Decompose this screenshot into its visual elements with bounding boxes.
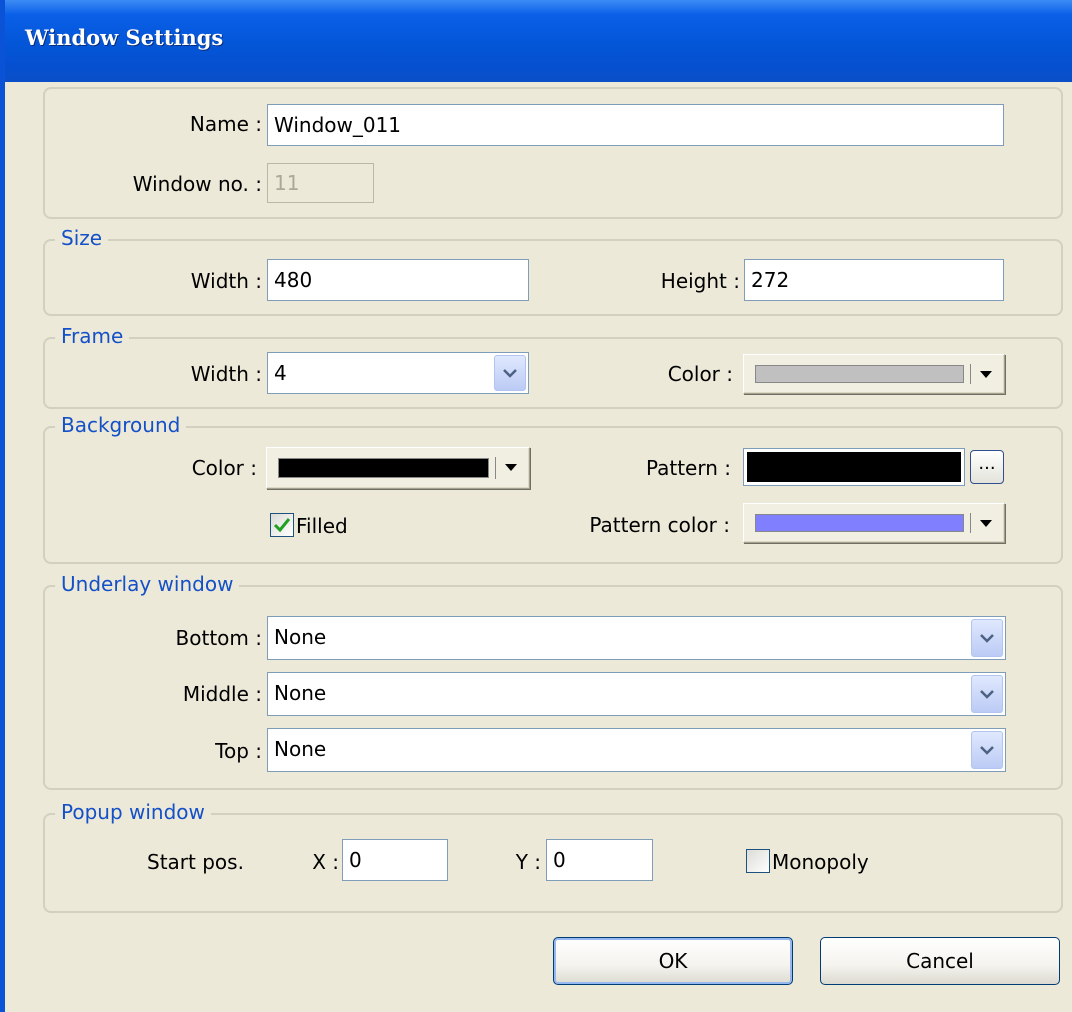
pattern-browse-button[interactable]: ... — [970, 450, 1004, 484]
underlay-bottom-value: None — [274, 625, 327, 649]
divider — [970, 513, 971, 533]
window-no-label: Window no. : — [132, 172, 262, 196]
divider — [970, 364, 971, 384]
triangle-down-icon — [980, 371, 992, 378]
name-label: Name : — [189, 112, 262, 136]
underlay-top-label: Top : — [215, 739, 262, 763]
filled-label[interactable]: Filled — [296, 514, 348, 538]
name-input[interactable]: Window_011 — [267, 104, 1004, 146]
background-legend: Background — [55, 413, 187, 437]
chevron-down-icon[interactable] — [971, 731, 1003, 769]
frame-width-label: Width : — [190, 362, 262, 386]
pattern-preview[interactable] — [743, 448, 965, 486]
frame-color-picker[interactable] — [743, 354, 1005, 394]
popup-x-input[interactable]: 0 — [342, 839, 448, 881]
underlay-top-select[interactable]: None — [267, 728, 1006, 772]
frame-color-swatch — [755, 365, 964, 383]
size-legend: Size — [55, 226, 109, 250]
frame-color-label: Color : — [667, 362, 733, 386]
underlay-top-value: None — [274, 737, 327, 761]
underlay-bottom-label: Bottom : — [175, 626, 262, 650]
chevron-down-icon[interactable] — [971, 619, 1003, 657]
window-settings-dialog: Window Settings Name : Window_011 Window… — [0, 0, 1072, 1012]
popup-legend: Popup window — [55, 800, 211, 824]
triangle-down-icon — [980, 520, 992, 527]
size-height-label: Height : — [660, 269, 740, 293]
title-bar[interactable]: Window Settings — [5, 0, 1072, 82]
frame-width-value: 4 — [274, 361, 287, 385]
monopoly-checkbox[interactable] — [746, 849, 770, 873]
cancel-button[interactable]: Cancel — [820, 937, 1060, 985]
pattern-label: Pattern : — [645, 456, 731, 480]
size-height-input[interactable]: 272 — [744, 259, 1004, 301]
underlay-middle-value: None — [274, 681, 327, 705]
monopoly-label[interactable]: Monopoly — [772, 850, 869, 874]
background-group: Background — [43, 413, 1063, 564]
popup-y-label: Y : — [515, 850, 541, 874]
chevron-down-icon[interactable] — [494, 355, 526, 391]
size-width-input[interactable]: 480 — [267, 259, 529, 301]
background-color-picker[interactable] — [266, 447, 530, 489]
frame-width-select[interactable]: 4 — [267, 352, 529, 394]
checkmark-icon — [273, 518, 291, 533]
pattern-fill — [747, 452, 961, 482]
underlay-legend: Underlay window — [55, 572, 240, 596]
start-pos-label: Start pos. — [147, 850, 244, 874]
background-color-swatch — [278, 458, 489, 478]
window-no-field: 11 — [267, 163, 374, 203]
underlay-middle-select[interactable]: None — [267, 672, 1006, 716]
pattern-color-picker[interactable] — [743, 503, 1005, 543]
divider — [495, 457, 496, 479]
dialog-title: Window Settings — [25, 25, 224, 50]
pattern-color-label: Pattern color : — [589, 513, 730, 537]
background-color-label: Color : — [191, 456, 257, 480]
underlay-middle-label: Middle : — [182, 682, 262, 706]
filled-checkbox[interactable] — [270, 513, 294, 537]
size-width-label: Width : — [190, 269, 262, 293]
frame-legend: Frame — [55, 324, 130, 348]
ok-button[interactable]: OK — [553, 937, 793, 985]
pattern-color-swatch — [755, 514, 964, 532]
chevron-down-icon[interactable] — [971, 675, 1003, 713]
triangle-down-icon — [505, 464, 517, 471]
popup-x-label: X : — [312, 850, 339, 874]
popup-y-input[interactable]: 0 — [546, 839, 653, 881]
underlay-bottom-select[interactable]: None — [267, 616, 1006, 660]
